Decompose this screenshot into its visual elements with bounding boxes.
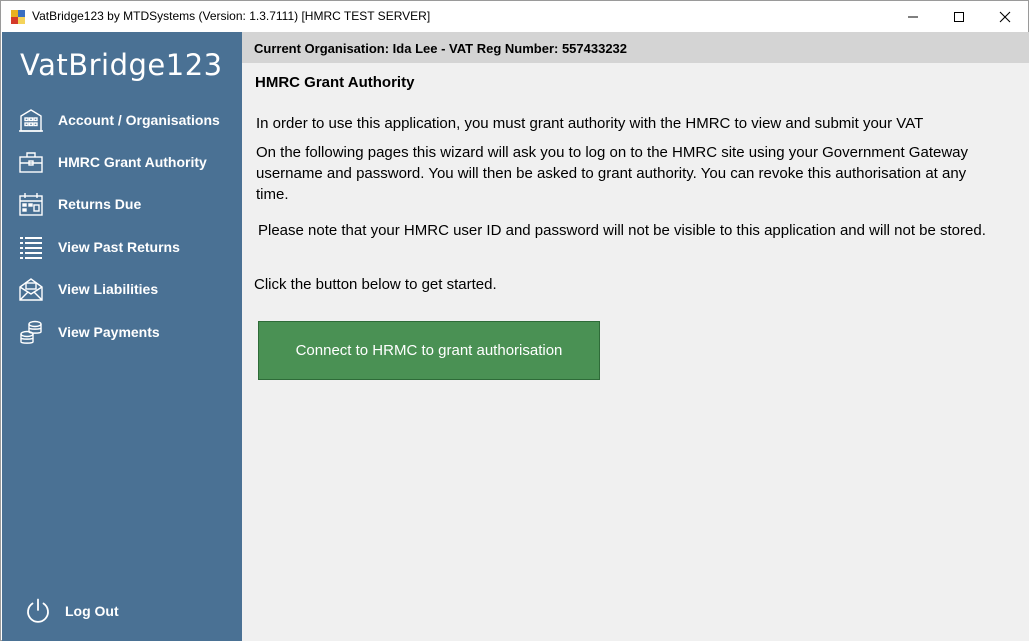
sidebar-item-label: Account / Organisations: [58, 112, 220, 128]
minimize-button[interactable]: [890, 1, 936, 32]
sidebar-item-label: Returns Due: [58, 196, 142, 212]
maximize-button[interactable]: [936, 1, 982, 32]
sidebar-item-view-liabilities[interactable]: View Liabilities: [2, 271, 242, 307]
close-icon: [999, 11, 1011, 22]
logout-button[interactable]: Log Out: [2, 593, 242, 629]
list-icon: [20, 237, 42, 259]
sidebar-item-hmrc-grant-authority[interactable]: HMRC Grant Authority: [2, 144, 242, 180]
sidebar-item-view-payments[interactable]: View Payments: [2, 314, 242, 350]
building-icon: [19, 109, 43, 132]
page-title: HMRC Grant Authority: [255, 74, 415, 91]
sidebar-item-account-organisations[interactable]: Account / Organisations: [2, 102, 242, 138]
sidebar-item-returns-due[interactable]: Returns Due: [2, 186, 242, 222]
sidebar-item-view-past-returns[interactable]: View Past Returns: [2, 229, 242, 265]
logout-label: Log Out: [65, 603, 119, 619]
wizard-paragraph: On the following pages this wizard will …: [256, 144, 969, 203]
title-bar[interactable]: VatBridge123 by MTDSystems (Version: 1.3…: [1, 1, 1028, 32]
coins-icon: [20, 320, 42, 344]
get-started-paragraph: Click the button below to get started.: [254, 276, 497, 293]
sidebar-item-label: View Past Returns: [58, 239, 180, 255]
maximize-icon: [954, 11, 964, 22]
intro-paragraph: In order to use this application, you mu…: [256, 115, 924, 132]
briefcase-icon: [19, 152, 43, 173]
power-icon: [27, 598, 49, 623]
sidebar-item-label: HMRC Grant Authority: [58, 154, 207, 170]
close-button[interactable]: [982, 1, 1028, 32]
app-logo: VatBridge123: [20, 48, 223, 82]
envelope-icon: [19, 278, 43, 301]
privacy-note-paragraph: Please note that your HMRC user ID and p…: [258, 222, 986, 239]
minimize-icon: [908, 16, 918, 17]
calendar-icon: [19, 193, 43, 216]
sidebar-item-label: View Liabilities: [58, 281, 159, 297]
connect-hmrc-button[interactable]: Connect to HRMC to grant authorisation: [258, 321, 600, 380]
main-content: Current Organisation: Ida Lee - VAT Reg …: [242, 32, 1029, 641]
current-organisation: Current Organisation: Ida Lee - VAT Reg …: [254, 41, 628, 56]
app-icon: [11, 10, 25, 24]
organisation-bar: Current Organisation: Ida Lee - VAT Reg …: [242, 32, 1029, 63]
app-window: VatBridge123 by MTDSystems (Version: 1.3…: [0, 0, 1029, 641]
window-title: VatBridge123 by MTDSystems (Version: 1.3…: [32, 9, 431, 23]
sidebar-item-label: View Payments: [58, 324, 160, 340]
sidebar: VatBridge123 Account / Organisations HMR…: [2, 32, 242, 641]
